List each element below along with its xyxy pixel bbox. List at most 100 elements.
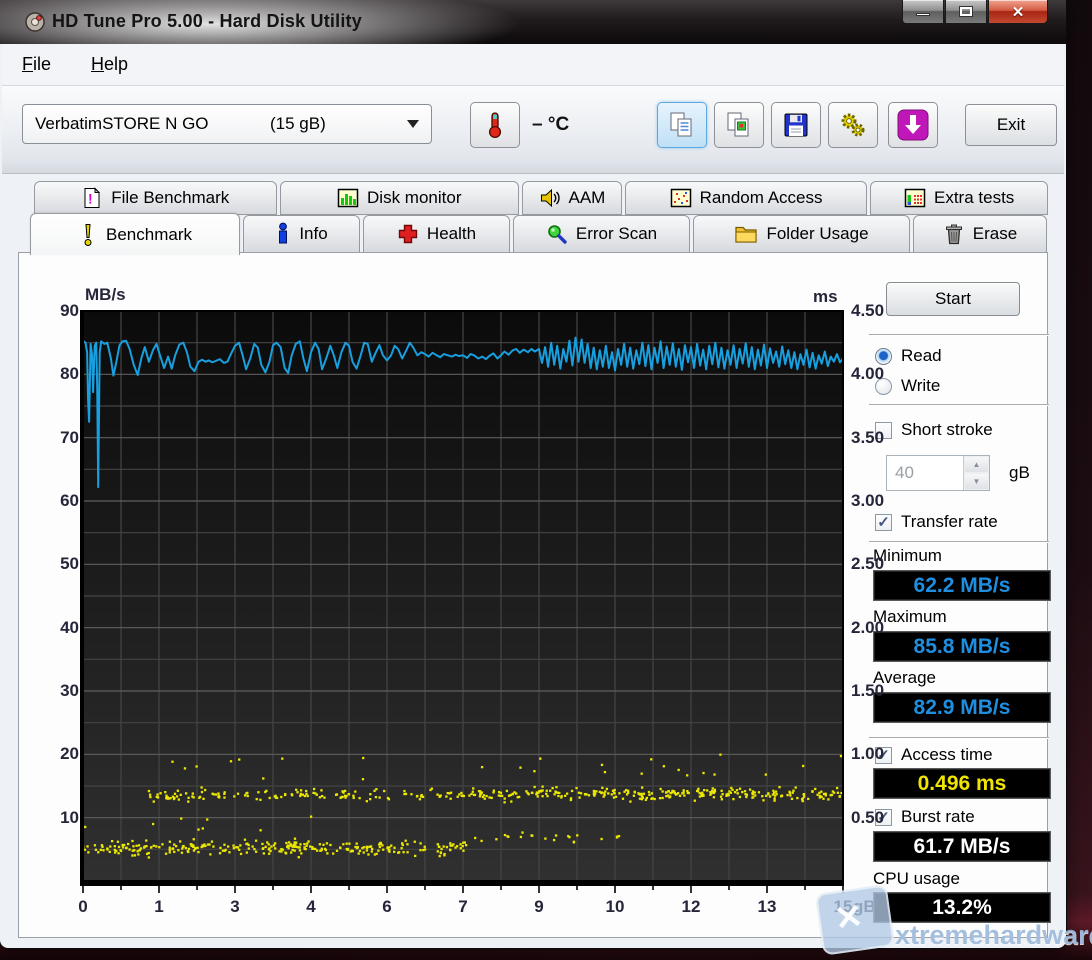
options-button[interactable] [828,102,878,148]
disk-monitor-icon [337,187,359,209]
tab-aam[interactable]: AAM [522,181,622,215]
tab-disk-monitor[interactable]: Disk monitor [280,181,520,215]
tab-label: Error Scan [576,224,657,244]
tab-label: AAM [569,188,606,208]
y-axis-tick-left: 80 [39,364,79,384]
benchmark-panel: MB/s ms gB Start Read Write Short stroke… [18,252,1048,938]
spinner-down-icon[interactable]: ▼ [964,473,989,490]
menu-bar: File Help [2,44,1064,86]
y-axis-tick-right: 4.00 [851,364,899,384]
tab-info[interactable]: Info [243,215,360,253]
watermark-text: xtremehardware.com [895,920,1092,951]
right-axis-title: ms [813,287,838,307]
transfer-rate-row[interactable]: ✓ Transfer rate [875,512,998,532]
tab-label: Health [427,224,476,244]
spinner-unit: gB [1009,463,1030,483]
benchmark-icon [78,223,98,247]
spinner-value: 40 [887,456,963,490]
copy-image-icon [724,110,754,140]
tab-label: Random Access [700,188,823,208]
start-button[interactable]: Start [886,282,1020,316]
short-stroke-size-spinner[interactable]: 40 ▲ ▼ [886,455,990,491]
folder-icon [734,223,758,245]
menu-file[interactable]: File [22,54,51,75]
y-axis-tick-right: 4.50 [851,301,899,321]
svg-text:!: ! [88,191,93,207]
x-axis-tick: 13 [758,897,777,917]
burst-rate-value: 61.7 MB/s [873,831,1051,862]
exit-button[interactable]: Exit [965,104,1057,146]
download-arrow-icon [896,108,930,142]
temperature-readout: – °C [532,114,569,136]
tab-benchmark[interactable]: Benchmark [30,213,240,255]
device-selector[interactable]: VerbatimSTORE N GO (15 gB) [22,104,432,144]
tab-extra-tests[interactable]: Extra tests [870,181,1048,215]
x-axis-tick: 12 [682,897,701,917]
close-button[interactable]: ✕ [988,0,1048,24]
y-axis-tick-left: 10 [39,808,79,828]
read-radio[interactable] [875,348,892,365]
y-axis-tick-right: 2.00 [851,618,899,638]
app-window: HD Tune Pro 5.00 - Hard Disk Utility ✕ F… [0,0,1066,948]
update-button[interactable] [888,102,938,148]
y-axis-tick-right: 3.50 [851,428,899,448]
read-label: Read [901,346,942,366]
benchmark-chart [83,311,843,881]
short-stroke-label: Short stroke [901,420,993,440]
y-axis-tick-left: 70 [39,428,79,448]
copy-text-icon [667,110,697,140]
tab-random-access[interactable]: Random Access [625,181,868,215]
x-axis-tick: 3 [230,897,239,917]
thermometer-icon [480,110,510,140]
transfer-rate-label: Transfer rate [901,512,998,532]
tab-label: Disk monitor [367,188,461,208]
read-radio-row[interactable]: Read [875,346,942,366]
trash-icon [943,223,965,245]
copy-image-button[interactable] [714,102,764,148]
menu-help[interactable]: Help [91,54,128,75]
tab-label: Extra tests [934,188,1014,208]
tab-file-benchmark[interactable]: ! File Benchmark [34,181,277,215]
temperature-button[interactable] [470,102,520,148]
info-icon [275,222,291,246]
y-axis-tick-right: 0.50 [851,808,899,828]
tab-label: File Benchmark [111,188,229,208]
device-size: (15 gB) [270,114,407,134]
x-axis-tick: 15 [834,897,853,917]
burst-rate-label: Burst rate [901,807,975,827]
gears-icon [838,110,868,140]
transfer-rate-checkbox[interactable]: ✓ [875,514,892,531]
y-axis-tick-right: 1.50 [851,681,899,701]
x-axis-tick: 7 [458,897,467,917]
y-axis-tick-right: 2.50 [851,554,899,574]
tab-label: Info [299,224,327,244]
x-axis-tick: 10 [606,897,625,917]
y-axis-tick-left: 40 [39,618,79,638]
separator [869,541,1049,543]
tab-erase[interactable]: Erase [913,215,1047,253]
tab-error-scan[interactable]: Error Scan [513,215,690,253]
minimum-value: 62.2 MB/s [873,570,1051,601]
maximize-icon [960,7,972,16]
random-access-icon [670,187,692,209]
y-axis-tick-right: 3.00 [851,491,899,511]
tab-label: Benchmark [106,225,192,245]
spinner-up-icon[interactable]: ▲ [964,456,989,473]
chevron-down-icon [407,120,419,128]
x-axis-tick: 1 [154,897,163,917]
app-icon [24,11,46,38]
copy-text-button[interactable] [657,102,707,148]
toolbar: VerbatimSTORE N GO (15 gB) – °C [2,86,1064,174]
left-axis-title: MB/s [85,285,126,305]
maximize-button[interactable] [945,0,987,24]
title-bar[interactable]: HD Tune Pro 5.00 - Hard Disk Utility ✕ [0,0,1066,44]
access-time-value: 0.496 ms [873,768,1051,799]
save-button[interactable] [771,102,821,148]
minimize-button[interactable] [902,0,944,24]
save-icon [781,110,811,140]
extra-tests-icon [904,187,926,209]
file-benchmark-icon: ! [81,187,103,209]
tab-health[interactable]: Health [363,215,510,253]
tab-folder-usage[interactable]: Folder Usage [693,215,910,253]
close-icon: ✕ [1012,3,1025,21]
